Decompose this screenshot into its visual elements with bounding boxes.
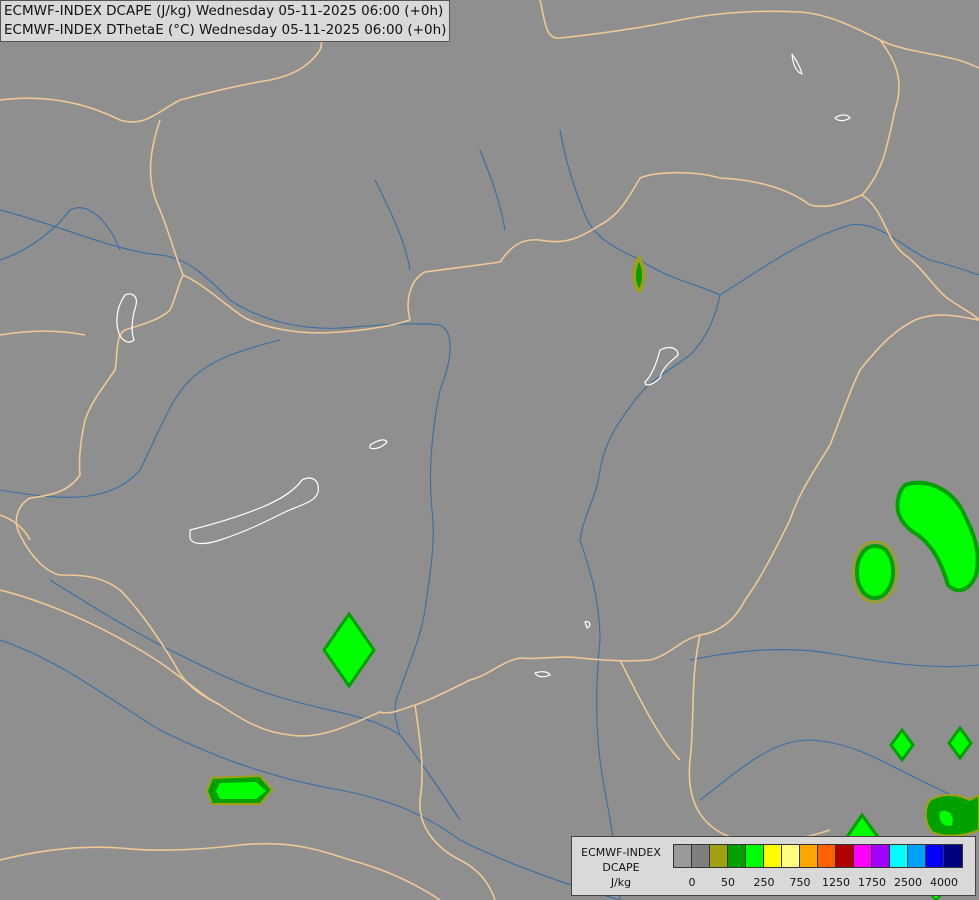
- title-line-dthetae: ECMWF-INDEX DThetaE (°C) Wednesday 05-11…: [4, 22, 447, 38]
- legend-tick-0: 0: [688, 876, 696, 889]
- legend-title-line1: ECMWF-INDEX: [581, 846, 661, 859]
- legend-title: ECMWF-INDEX DCAPE J/kg: [576, 845, 666, 890]
- legend-tick-5: 1750: [858, 876, 886, 889]
- legend-swatch-6: [782, 845, 800, 867]
- legend-title-line3: J/kg: [610, 876, 632, 889]
- legend-swatch-15: [944, 845, 962, 867]
- map-background: [0, 0, 979, 900]
- legend-swatch-3: [728, 845, 746, 867]
- legend-swatch-12: [890, 845, 908, 867]
- legend-tick-6: 2500: [894, 876, 922, 889]
- legend-swatches: [673, 844, 963, 868]
- color-legend: ECMWF-INDEX DCAPE J/kg 0 50 250 750 1250 1750…: [571, 836, 976, 896]
- legend-tick-7: 4000: [930, 876, 958, 889]
- legend-tick-3: 750: [789, 876, 811, 889]
- map-title-box: ECMWF-INDEX DCAPE (J/kg) Wednesday 05-11…: [0, 0, 451, 42]
- legend-swatch-7: [800, 845, 818, 867]
- legend-tick-1: 50: [721, 876, 735, 889]
- dcape-blob-south-core: [216, 782, 266, 799]
- legend-swatch-14: [926, 845, 944, 867]
- dcape-blob-south-east: [924, 793, 979, 837]
- dcape-blob-east-2: [854, 543, 896, 601]
- legend-swatch-0: [674, 845, 692, 867]
- legend-swatch-13: [908, 845, 926, 867]
- legend-tick-4: 1250: [822, 876, 850, 889]
- legend-swatch-4: [746, 845, 764, 867]
- legend-swatch-2: [710, 845, 728, 867]
- legend-swatch-5: [764, 845, 782, 867]
- legend-swatch-1: [692, 845, 710, 867]
- title-line-dcape: ECMWF-INDEX DCAPE (J/kg) Wednesday 05-11…: [4, 3, 444, 19]
- legend-swatch-8: [818, 845, 836, 867]
- weather-map: [0, 0, 979, 900]
- legend-swatch-9: [836, 845, 854, 867]
- legend-swatch-10: [854, 845, 872, 867]
- legend-swatch-11: [872, 845, 890, 867]
- legend-tick-2: 250: [753, 876, 775, 889]
- legend-title-line2: DCAPE: [602, 861, 640, 874]
